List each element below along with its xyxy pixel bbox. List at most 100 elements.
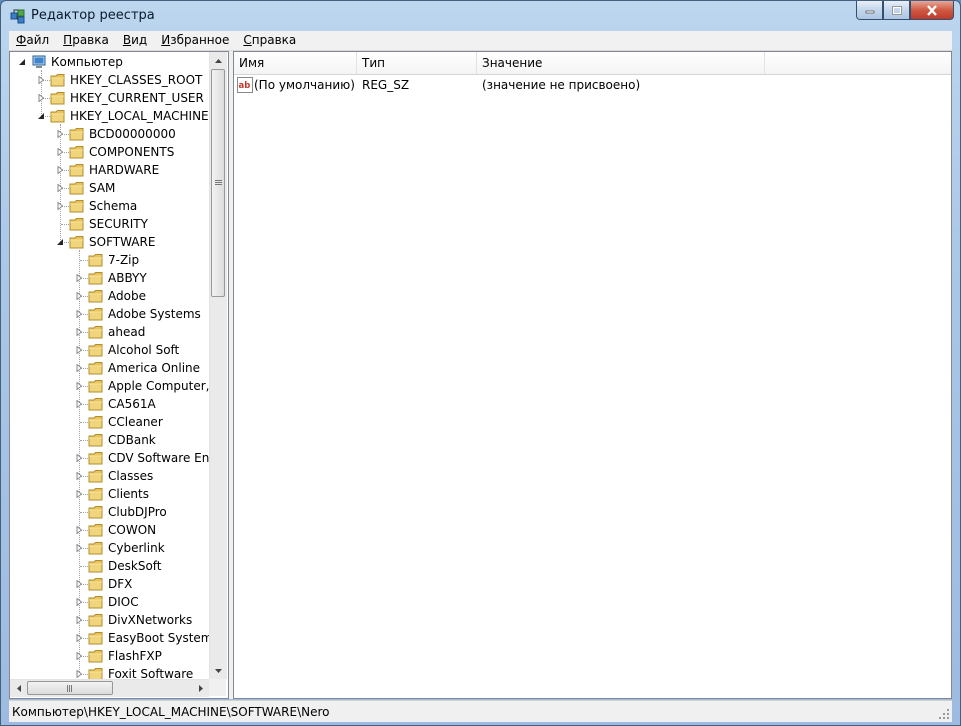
collapsed-arrow-icon[interactable] (37, 76, 45, 84)
tree-item-label: ClubDJPro (108, 505, 167, 519)
tree-item-america-online[interactable]: America Online (10, 359, 209, 377)
tree-item-adobe-systems[interactable]: Adobe Systems (10, 305, 209, 323)
scroll-down-button[interactable] (210, 662, 227, 679)
tree-item-hardware[interactable]: HARDWARE (10, 161, 209, 179)
folder-icon (88, 524, 103, 537)
tree-item-divxnetworks[interactable]: DivXNetworks (10, 611, 209, 629)
tree-item-foxit-software[interactable]: Foxit Software (10, 665, 209, 679)
collapsed-arrow-icon[interactable] (75, 634, 83, 642)
expanded-arrow-icon[interactable] (56, 238, 64, 246)
tree-item-abbyy[interactable]: ABBYY (10, 269, 209, 287)
collapsed-arrow-icon[interactable] (75, 382, 83, 390)
folder-icon (69, 218, 84, 231)
collapsed-arrow-icon[interactable] (75, 544, 83, 552)
scroll-up-button[interactable] (210, 52, 227, 69)
collapsed-arrow-icon[interactable] (56, 148, 64, 156)
column-header-type[interactable]: Тип (357, 52, 477, 74)
collapsed-arrow-icon[interactable] (75, 472, 83, 480)
tree-item-easyboot-systems[interactable]: EasyBoot Systems (10, 629, 209, 647)
menu-help[interactable]: Справка (236, 31, 303, 50)
minimize-button[interactable] (856, 1, 883, 20)
tree-item-dfx[interactable]: DFX (10, 575, 209, 593)
tree-item-apple-computer-i[interactable]: Apple Computer, I (10, 377, 209, 395)
tree-item-label: DivXNetworks (108, 613, 193, 627)
menu-edit[interactable]: Правка (56, 31, 116, 50)
collapsed-arrow-icon[interactable] (75, 364, 83, 372)
collapsed-arrow-icon[interactable] (75, 274, 83, 282)
tree-item-security[interactable]: SECURITY (10, 215, 209, 233)
collapsed-arrow-icon[interactable] (37, 94, 45, 102)
column-header-value[interactable]: Значение (477, 52, 765, 74)
expanded-arrow-icon[interactable] (37, 112, 45, 120)
horizontal-scroll-thumb[interactable] (27, 681, 113, 695)
collapsed-arrow-icon[interactable] (75, 454, 83, 462)
status-path: Компьютер\HKEY_LOCAL_MACHINE\SOFTWARE\Ne… (12, 705, 330, 719)
collapsed-arrow-icon[interactable] (56, 130, 64, 138)
menu-view[interactable]: Вид (116, 31, 154, 50)
tree-item-hkey-current-user[interactable]: HKEY_CURRENT_USER (10, 89, 209, 107)
collapsed-arrow-icon[interactable] (75, 310, 83, 318)
tree-item-components[interactable]: COMPONENTS (10, 143, 209, 161)
menu-file[interactable]: Файл (9, 31, 56, 50)
collapsed-arrow-icon[interactable] (75, 652, 83, 660)
tree-item-label: Apple Computer, I (108, 379, 209, 393)
tree-item-ccleaner[interactable]: CCleaner (10, 413, 209, 431)
window-title: Редактор реестра (31, 8, 155, 23)
menu-favorites[interactable]: Избранное (154, 31, 236, 50)
collapsed-arrow-icon[interactable] (75, 670, 83, 678)
vertical-scroll-thumb[interactable] (211, 69, 225, 297)
collapsed-arrow-icon[interactable] (75, 526, 83, 534)
tree-item-sam[interactable]: SAM (10, 179, 209, 197)
tree-item-classes[interactable]: Classes (10, 467, 209, 485)
tree-item-ahead[interactable]: ahead (10, 323, 209, 341)
tree-vertical-scrollbar[interactable] (209, 52, 227, 679)
tree-item-ca561a[interactable]: CA561A (10, 395, 209, 413)
tree-horizontal-scrollbar[interactable] (10, 679, 209, 697)
close-button[interactable] (910, 1, 954, 20)
collapsed-arrow-icon[interactable] (56, 166, 64, 174)
collapsed-arrow-icon[interactable] (75, 598, 83, 606)
column-header-name[interactable]: Имя (234, 52, 357, 74)
collapsed-arrow-icon[interactable] (75, 292, 83, 300)
collapsed-arrow-icon[interactable] (75, 580, 83, 588)
maximize-button[interactable] (883, 1, 910, 20)
collapsed-arrow-icon[interactable] (75, 616, 83, 624)
tree-item-flashfxp[interactable]: FlashFXP (10, 647, 209, 665)
tree-item-cdbank[interactable]: CDBank (10, 431, 209, 449)
tree-item-clients[interactable]: Clients (10, 485, 209, 503)
collapsed-arrow-icon[interactable] (75, 400, 83, 408)
tree-item-adobe[interactable]: Adobe (10, 287, 209, 305)
tree-item-bcd00000000[interactable]: BCD00000000 (10, 125, 209, 143)
tree-item-clubdjpro[interactable]: ClubDJPro (10, 503, 209, 521)
collapsed-arrow-icon[interactable] (56, 202, 64, 210)
folder-icon (88, 344, 103, 357)
value-list[interactable]: Имя Тип Значение ab (По умолчанию) REG_S… (233, 51, 952, 699)
scroll-left-button[interactable] (10, 680, 27, 697)
title-bar[interactable]: Редактор реестра (1, 1, 960, 31)
svg-text:ab: ab (239, 81, 251, 91)
tree-item-dioc[interactable]: DIOC (10, 593, 209, 611)
tree-item-cdv-software-ente[interactable]: CDV Software Ente (10, 449, 209, 467)
tree-item-7-zip[interactable]: 7-Zip (10, 251, 209, 269)
collapsed-arrow-icon[interactable] (75, 490, 83, 498)
tree-item-компьютер[interactable]: Компьютер (10, 53, 209, 71)
tree-item-label: SECURITY (89, 217, 148, 231)
tree-item-schema[interactable]: Schema (10, 197, 209, 215)
folder-icon (88, 254, 103, 267)
scroll-right-button[interactable] (192, 680, 209, 697)
folder-icon (88, 398, 103, 411)
tree-item-hkey-classes-root[interactable]: HKEY_CLASSES_ROOT (10, 71, 209, 89)
tree-item-desksoft[interactable]: DeskSoft (10, 557, 209, 575)
tree-item-alcohol-soft[interactable]: Alcohol Soft (10, 341, 209, 359)
collapsed-arrow-icon[interactable] (75, 328, 83, 336)
expanded-arrow-icon[interactable] (18, 58, 26, 66)
tree-item-cowon[interactable]: COWON (10, 521, 209, 539)
collapsed-arrow-icon[interactable] (75, 346, 83, 354)
list-row[interactable]: ab (По умолчанию) REG_SZ (значение не пр… (234, 76, 951, 94)
tree-item-cyberlink[interactable]: Cyberlink (10, 539, 209, 557)
resize-grip-icon[interactable] (938, 708, 950, 720)
collapsed-arrow-icon[interactable] (56, 184, 64, 192)
tree-item-software[interactable]: SOFTWARE (10, 233, 209, 251)
key-tree[interactable]: Компьютер HKEY_CLASSES_ROOT HKEY_CURRENT_U… (9, 51, 229, 699)
tree-item-hkey-local-machine[interactable]: HKEY_LOCAL_MACHINE (10, 107, 209, 125)
